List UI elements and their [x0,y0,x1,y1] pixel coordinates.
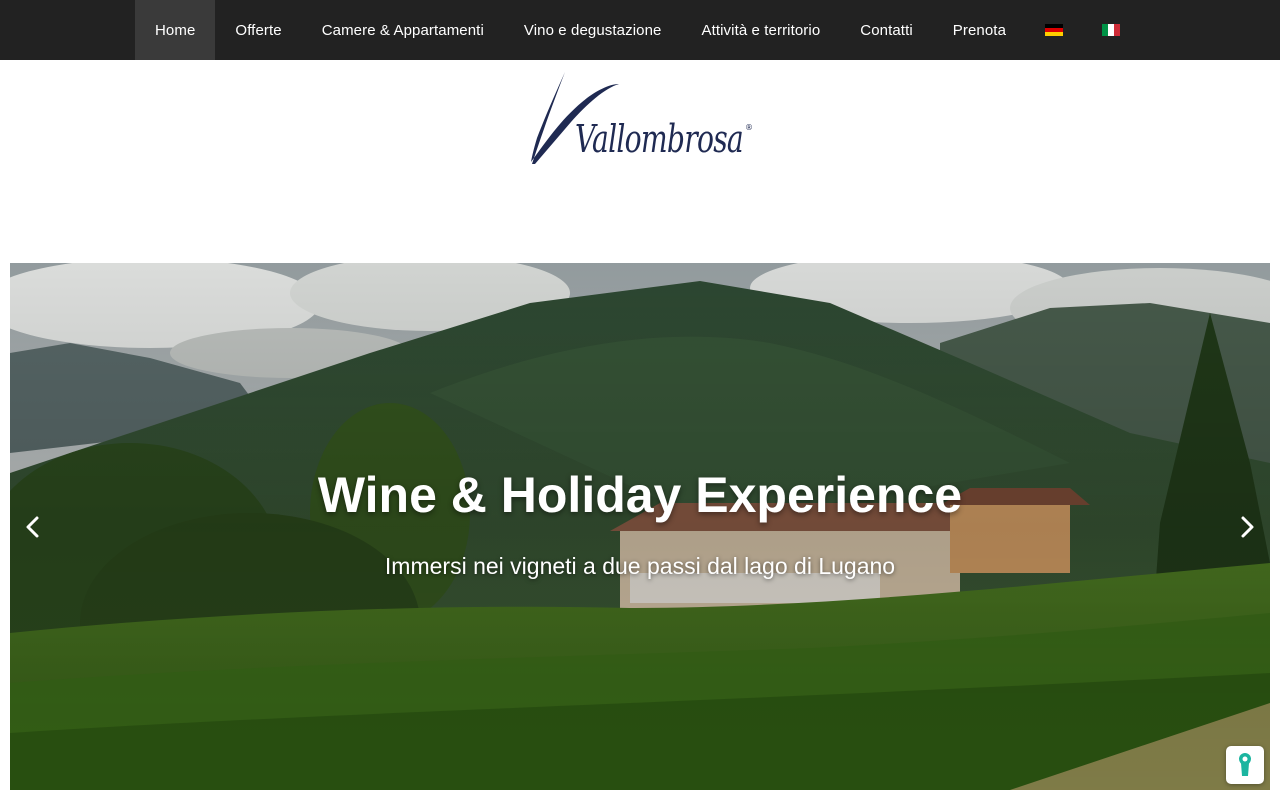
hero-title: Wine & Holiday Experience [317,467,963,523]
nav-attivita-territorio[interactable]: Attività e territorio [681,0,840,60]
nav-camere-appartamenti[interactable]: Camere & Appartamenti [302,0,504,60]
vallombrosa-logo[interactable]: Vallombrosa ® [525,68,757,168]
top-navigation-bar: Home Offerte Camere & Appartamenti Vino … [0,0,1280,60]
hero-background-image [10,263,1270,790]
nav-prenota[interactable]: Prenota [933,0,1026,60]
germany-flag-icon [1045,24,1064,36]
main-menu: Home Offerte Camere & Appartamenti Vino … [135,0,1140,60]
italy-flag-icon [1102,24,1121,36]
slider-next-button[interactable] [1234,512,1260,542]
cookie-settings-button[interactable] [1226,746,1264,784]
logo-wordmark: Vallombrosa [575,117,743,161]
chevron-right-icon [1241,516,1254,538]
chevron-left-icon [26,516,39,538]
hero-subtitle: Immersi nei vigneti a due passi dal lago… [384,553,896,579]
nav-vino-degustazione[interactable]: Vino e degustazione [504,0,682,60]
slider-previous-button[interactable] [20,512,46,542]
hero-slider: Wine & Holiday Experience Immersi nei vi… [10,263,1270,790]
registered-mark: ® [745,123,753,132]
nav-home[interactable]: Home [135,0,216,60]
nav-offerte[interactable]: Offerte [215,0,301,60]
keyhole-icon [1239,753,1251,776]
nav-contatti[interactable]: Contatti [840,0,933,60]
logo-image: Vallombrosa ® [531,72,753,164]
language-german[interactable] [1026,0,1083,60]
language-italian[interactable] [1083,0,1140,60]
